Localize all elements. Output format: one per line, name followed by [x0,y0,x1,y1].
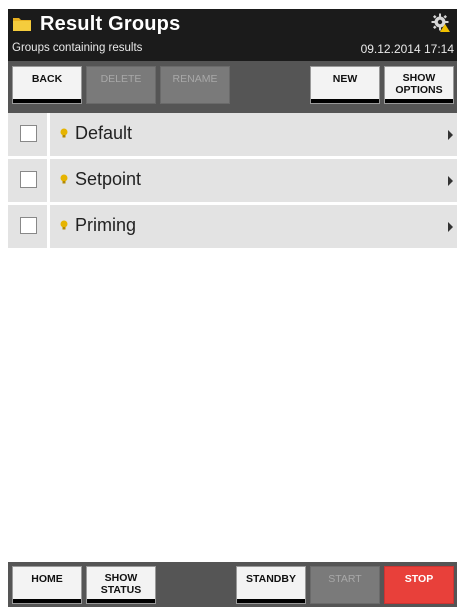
row-checkbox[interactable] [20,171,37,188]
row-checkbox[interactable] [20,125,37,142]
bulb-icon [60,220,68,230]
stop-button[interactable]: STOP [384,566,454,604]
back-button-label: BACK [31,73,63,85]
checkbox-cell [8,159,50,202]
button-indicator [13,599,81,603]
show-options-button-label: SHOW OPTIONS [395,72,443,96]
list-item[interactable]: Default [8,113,457,159]
standby-button[interactable]: STANDBY [236,566,306,604]
button-indicator [13,99,81,103]
gear-warning-icon[interactable] [431,13,451,33]
checkbox-cell [8,205,50,248]
back-button[interactable]: BACK [12,66,82,104]
button-indicator [311,99,379,103]
start-button[interactable]: START [310,566,380,604]
bottom-toolbar: HOME SHOW STATUS STANDBY START STOP [8,562,457,607]
delete-button[interactable]: DELETE [86,66,156,104]
list-item[interactable]: Setpoint [8,159,457,205]
standby-button-label: STANDBY [246,573,296,585]
page-title: Result Groups [40,13,181,35]
group-name: Priming [75,215,137,235]
group-name: Setpoint [75,169,142,189]
show-status-button-label: SHOW STATUS [100,572,142,596]
app-frame: Result Groups Groups containing results … [8,9,457,607]
rename-button[interactable]: RENAME [160,66,230,104]
stop-button-label: STOP [404,573,434,585]
datetime-display: 09.12.2014 17:14 [360,42,454,56]
delete-button-label: DELETE [100,73,142,85]
button-indicator [237,599,305,603]
checkbox-cell [8,113,50,156]
home-button[interactable]: HOME [12,566,82,604]
button-indicator [385,99,453,103]
folder-icon [13,18,31,31]
new-button-label: NEW [332,73,358,85]
bulb-icon [60,128,68,138]
list-item[interactable]: Priming [8,205,457,251]
chevron-right-icon [448,130,453,140]
page-subtitle: Groups containing results [12,42,143,54]
top-toolbar: BACK DELETE RENAME NEW SHOW OPTIONS [8,61,457,113]
chevron-right-icon [448,222,453,232]
header-bar: Result Groups Groups containing results … [8,9,457,61]
result-groups-list: Default Setpoint Priming [8,113,457,251]
row-checkbox[interactable] [20,217,37,234]
group-name: Default [75,123,133,143]
rename-button-label: RENAME [172,73,218,85]
new-button[interactable]: NEW [310,66,380,104]
show-status-button[interactable]: SHOW STATUS [86,566,156,604]
button-indicator [87,599,155,603]
start-button-label: START [328,573,362,585]
bulb-icon [60,174,68,184]
home-button-label: HOME [31,573,63,585]
show-options-button[interactable]: SHOW OPTIONS [384,66,454,104]
chevron-right-icon [448,176,453,186]
